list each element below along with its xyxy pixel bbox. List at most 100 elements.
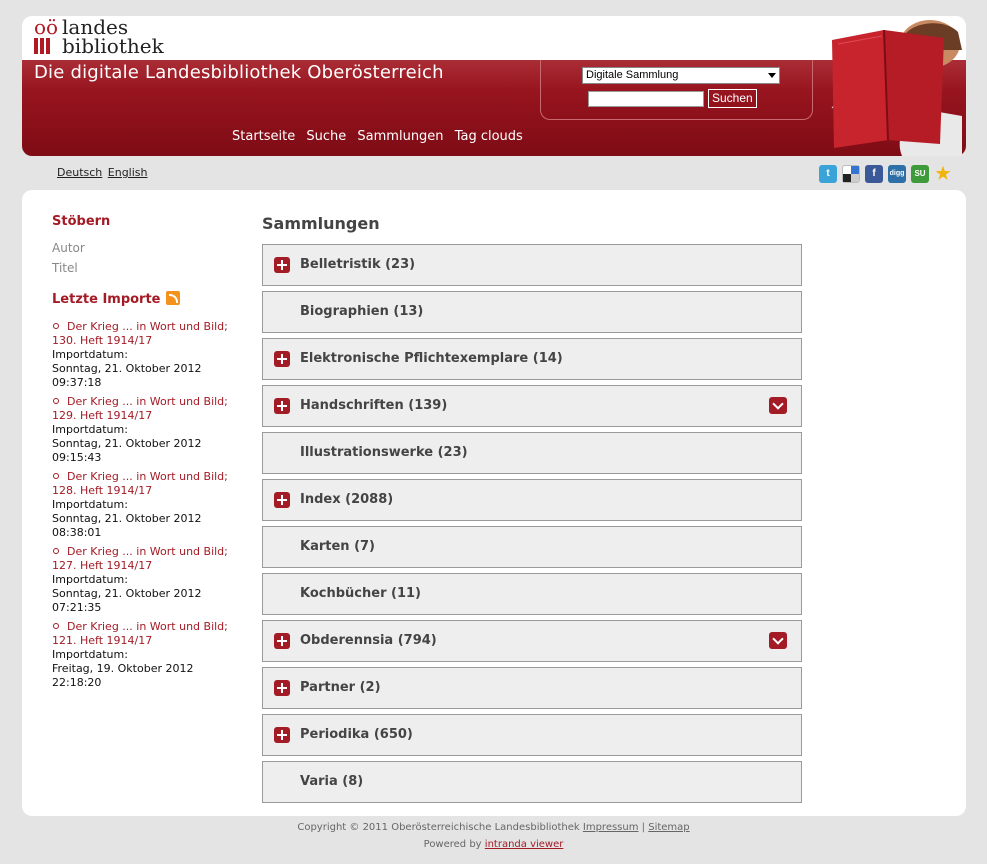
- expand-plus-icon[interactable]: [274, 633, 290, 649]
- collection-row[interactable]: Partner (2): [262, 667, 802, 709]
- footer-sitemap-link[interactable]: Sitemap: [648, 822, 689, 833]
- bullet-icon: [53, 623, 59, 629]
- lang-deutsch[interactable]: Deutsch: [57, 166, 102, 179]
- collection-row[interactable]: Biographien (13): [262, 291, 802, 333]
- search-panel: Digitale Sammlung Suchen: [540, 60, 813, 120]
- recent-imports-heading: Letzte Importe: [52, 292, 161, 307]
- logo-prefix: oö: [34, 15, 59, 39]
- digg-icon[interactable]: digg: [888, 165, 906, 183]
- collection-name[interactable]: Handschriften (139): [300, 398, 447, 413]
- site-logo[interactable]: oö landes bibliothek: [34, 15, 164, 58]
- collection-name[interactable]: Kochbücher (11): [300, 586, 421, 601]
- collection-name[interactable]: Belletristik (23): [300, 257, 415, 272]
- import-item: Der Krieg ... in Wort und Bild; 128. Hef…: [52, 470, 242, 540]
- favorite-star-icon[interactable]: ★: [934, 165, 952, 183]
- import-item: Der Krieg ... in Wort und Bild; 130. Hef…: [52, 320, 242, 390]
- import-date: Freitag, 19. Oktober 2012 22:18:20: [52, 662, 194, 689]
- collection-row[interactable]: Varia (8): [262, 761, 802, 803]
- import-title-link[interactable]: Der Krieg ... in Wort und Bild; 129. Hef…: [52, 395, 242, 423]
- reader-illustration: [812, 16, 966, 156]
- sidebar: Stöbern Autor Titel Letzte Importe Der K…: [52, 214, 242, 689]
- logo-bars-icon: [34, 38, 54, 54]
- collection-row[interactable]: Handschriften (139): [262, 385, 802, 427]
- nav-item-startseite[interactable]: Startseite: [232, 129, 295, 144]
- import-date-label: Importdatum:: [52, 648, 128, 661]
- search-input[interactable]: [588, 91, 704, 107]
- import-date-label: Importdatum:: [52, 573, 128, 586]
- collection-row[interactable]: Belletristik (23): [262, 244, 802, 286]
- collection-row[interactable]: Index (2088): [262, 479, 802, 521]
- nav-item-suche[interactable]: Suche: [306, 129, 346, 144]
- footer-copyright: Copyright © 2011 Oberösterreichische Lan…: [297, 822, 580, 833]
- bullet-icon: [53, 323, 59, 329]
- collection-name[interactable]: Index (2088): [300, 492, 393, 507]
- expand-plus-icon[interactable]: [274, 680, 290, 696]
- collection-name[interactable]: Elektronische Pflichtexemplare (14): [300, 351, 563, 366]
- lang-english[interactable]: English: [108, 166, 148, 179]
- collection-name[interactable]: Karten (7): [300, 539, 375, 554]
- collection-name[interactable]: Obderennsia (794): [300, 633, 437, 648]
- site-header: oö landes bibliothek Die digitale Landes…: [22, 15, 966, 156]
- browse-heading: Stöbern: [52, 214, 111, 229]
- main-panel: Stöbern Autor Titel Letzte Importe Der K…: [22, 190, 966, 816]
- bullet-icon: [53, 473, 59, 479]
- collection-row[interactable]: Karten (7): [262, 526, 802, 568]
- import-title-link[interactable]: Der Krieg ... in Wort und Bild; 121. Hef…: [52, 620, 242, 648]
- import-date-label: Importdatum:: [52, 423, 128, 436]
- collection-row[interactable]: Illustrationswerke (23): [262, 432, 802, 474]
- collection-row[interactable]: Kochbücher (11): [262, 573, 802, 615]
- search-scope-select[interactable]: Digitale Sammlung: [582, 67, 780, 84]
- footer-intranda-link[interactable]: intranda viewer: [485, 839, 564, 850]
- import-item: Der Krieg ... in Wort und Bild; 121. Hef…: [52, 620, 242, 690]
- rss-feed-icon[interactable]: [166, 291, 180, 305]
- import-title-link[interactable]: Der Krieg ... in Wort und Bild; 130. Hef…: [52, 320, 242, 348]
- collection-name[interactable]: Periodika (650): [300, 727, 413, 742]
- collections-section: Sammlungen Belletristik (23) Biographien …: [262, 214, 802, 803]
- collection-name[interactable]: Partner (2): [300, 680, 381, 695]
- footer: Copyright © 2011 Oberösterreichische Lan…: [0, 822, 987, 850]
- twitter-icon[interactable]: t: [819, 165, 837, 183]
- collection-name[interactable]: Illustrationswerke (23): [300, 445, 468, 460]
- main-nav: Startseite Suche Sammlungen Tag clouds: [232, 129, 530, 144]
- search-scope-value: Digitale Sammlung: [586, 69, 679, 81]
- import-date: Sonntag, 21. Oktober 2012 09:37:18: [52, 362, 202, 389]
- chevron-down-icon[interactable]: [769, 397, 787, 414]
- nav-item-sammlungen[interactable]: Sammlungen: [357, 129, 443, 144]
- page-title: Sammlungen: [262, 214, 380, 233]
- collection-name[interactable]: Varia (8): [300, 774, 363, 789]
- import-date-label: Importdatum:: [52, 498, 128, 511]
- bullet-icon: [53, 548, 59, 554]
- footer-separator: |: [641, 822, 646, 833]
- collection-list: Belletristik (23) Biographien (13) Elektro…: [262, 244, 802, 808]
- import-title-link[interactable]: Der Krieg ... in Wort und Bild; 127. Hef…: [52, 545, 242, 573]
- chevron-down-icon[interactable]: [769, 632, 787, 649]
- expand-plus-icon[interactable]: [274, 398, 290, 414]
- delicious-icon[interactable]: [842, 165, 860, 183]
- language-switcher: Deutsch English: [57, 166, 150, 179]
- import-item: Der Krieg ... in Wort und Bild; 127. Hef…: [52, 545, 242, 615]
- import-date-label: Importdatum:: [52, 348, 128, 361]
- import-title-link[interactable]: Der Krieg ... in Wort und Bild; 128. Hef…: [52, 470, 242, 498]
- expand-plus-icon[interactable]: [274, 257, 290, 273]
- import-date: Sonntag, 21. Oktober 2012 08:38:01: [52, 512, 202, 539]
- collection-name[interactable]: Biographien (13): [300, 304, 423, 319]
- footer-impressum-link[interactable]: Impressum: [583, 822, 639, 833]
- expand-plus-icon[interactable]: [274, 492, 290, 508]
- expand-plus-icon[interactable]: [274, 351, 290, 367]
- collection-row[interactable]: Periodika (650): [262, 714, 802, 756]
- nav-item-tag-clouds[interactable]: Tag clouds: [455, 129, 523, 144]
- browse-link-autor[interactable]: Autor: [52, 241, 242, 255]
- collection-row[interactable]: Elektronische Pflichtexemplare (14): [262, 338, 802, 380]
- recent-imports-list: Der Krieg ... in Wort und Bild; 130. Hef…: [52, 320, 242, 695]
- dropdown-arrow-icon: [768, 73, 776, 78]
- expand-plus-icon[interactable]: [274, 727, 290, 743]
- import-item: Der Krieg ... in Wort und Bild; 129. Hef…: [52, 395, 242, 465]
- stumbleupon-icon[interactable]: SU: [911, 165, 929, 183]
- footer-powered-by: Powered by: [423, 839, 482, 850]
- facebook-icon[interactable]: f: [865, 165, 883, 183]
- collection-row[interactable]: Obderennsia (794): [262, 620, 802, 662]
- browse-link-titel[interactable]: Titel: [52, 261, 242, 275]
- search-button[interactable]: Suchen: [708, 89, 757, 108]
- site-title: Die digitale Landesbibliothek Oberösterr…: [34, 62, 444, 83]
- import-date: Sonntag, 21. Oktober 2012 09:15:43: [52, 437, 202, 464]
